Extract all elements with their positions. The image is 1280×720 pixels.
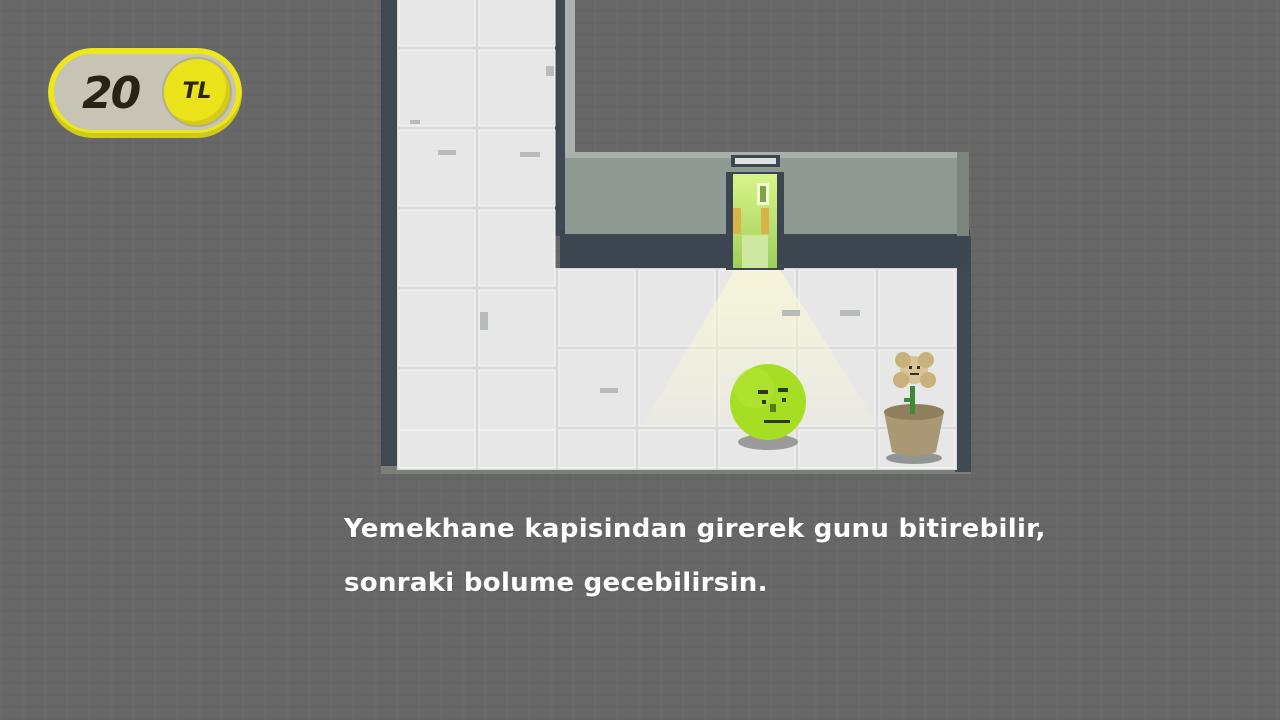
floor-tile bbox=[478, 289, 556, 367]
floor-tile bbox=[878, 269, 956, 347]
floor-tile bbox=[558, 429, 636, 469]
floor-tile bbox=[558, 269, 636, 347]
floor-tile bbox=[398, 49, 476, 127]
currency-hud: 20 TL bbox=[48, 48, 242, 138]
cafeteria-door[interactable] bbox=[726, 155, 784, 270]
floor-tile bbox=[478, 0, 556, 47]
floor-tile bbox=[398, 429, 476, 469]
currency-amount: 20 bbox=[82, 68, 141, 119]
floor-tile bbox=[398, 289, 476, 367]
dialogue-line-2: sonraki bolume gecebilirsin. bbox=[344, 568, 768, 598]
floor-tile bbox=[478, 129, 556, 207]
floor-tile bbox=[398, 209, 476, 287]
floor-tile bbox=[478, 209, 556, 287]
floor-tile bbox=[398, 0, 476, 47]
coin-icon: TL bbox=[164, 59, 230, 125]
currency-hud-panel: 20 TL bbox=[54, 54, 236, 130]
floor-tile bbox=[798, 429, 876, 469]
dialogue-box: Yemekhane kapisindan girerek gunu bitire… bbox=[344, 502, 1104, 610]
floor-tile bbox=[398, 129, 476, 207]
dialogue-line-1: Yemekhane kapisindan girerek gunu bitire… bbox=[344, 514, 1046, 544]
floor-tile bbox=[558, 349, 636, 427]
floor-tile bbox=[478, 49, 556, 127]
game-stage: 20 TL Yemekhane kapisindan girerek gunu … bbox=[0, 0, 1280, 720]
currency-label: TL bbox=[182, 79, 212, 104]
floor-tile bbox=[478, 429, 556, 469]
floor-tile bbox=[638, 429, 716, 469]
